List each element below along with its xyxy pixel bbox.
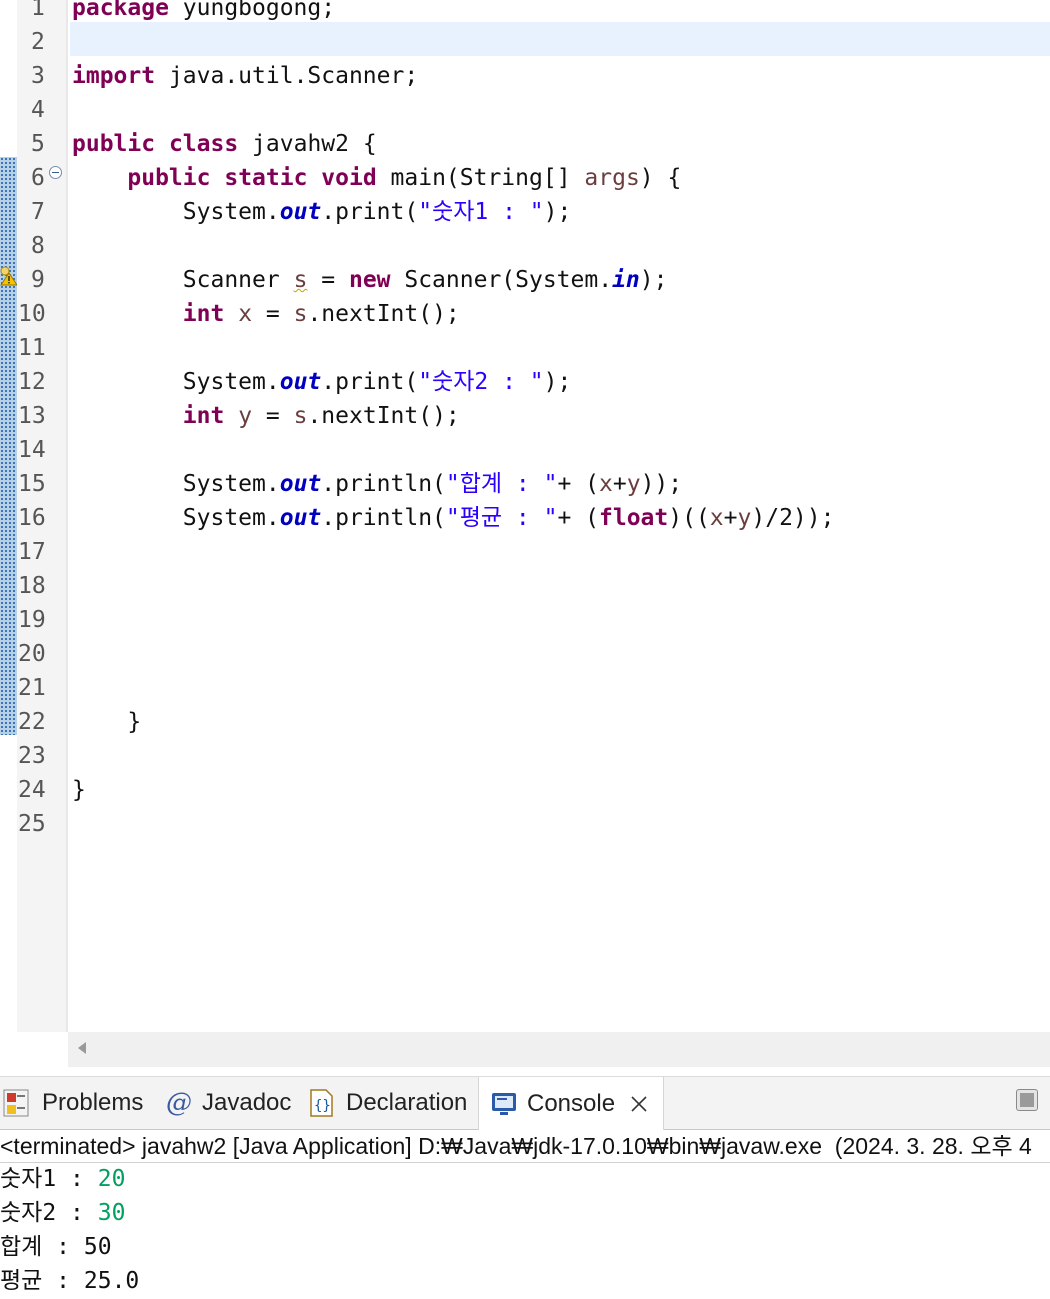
line-number: 12 xyxy=(18,369,46,395)
tab-declaration[interactable]: {} Declaration xyxy=(308,1077,467,1129)
line-number: 5 xyxy=(31,131,45,157)
scroll-left-arrow-icon[interactable] xyxy=(78,1042,86,1054)
javadoc-icon: @ xyxy=(166,1088,192,1118)
gutter-separator xyxy=(66,0,68,1032)
code-line-1[interactable]: package yungbogong; xyxy=(72,0,335,25)
current-line-highlight xyxy=(70,22,1050,56)
console-icon xyxy=(491,1091,517,1117)
tab-console[interactable]: Console xyxy=(478,1077,665,1130)
line-number: 1 xyxy=(31,0,45,21)
line-number: 6 xyxy=(31,165,45,191)
problems-icon xyxy=(2,1088,32,1118)
console-output-line[interactable]: 합계 : 50 xyxy=(0,1230,112,1264)
line-number: 8 xyxy=(31,233,45,259)
code-line-24[interactable]: } xyxy=(72,773,86,807)
code-line-13[interactable]: int y = s.nextInt(); xyxy=(72,399,460,433)
line-number: 24 xyxy=(18,777,46,803)
line-number: 9 xyxy=(31,267,45,293)
code-line-9[interactable]: Scanner s = new Scanner(System.in); xyxy=(72,263,668,297)
line-number: 14 xyxy=(18,437,46,463)
change-ruler xyxy=(0,157,18,735)
line-number: 21 xyxy=(18,675,46,701)
code-line-12[interactable]: System.out.print("숫자2 : "); xyxy=(72,365,572,399)
svg-text:{}: {} xyxy=(314,1098,331,1114)
console-output-line[interactable]: 숫자2 : 30 xyxy=(0,1196,125,1230)
line-number: 20 xyxy=(18,641,46,667)
horizontal-scrollbar[interactable] xyxy=(68,1032,1050,1067)
tab-javadoc[interactable]: @ Javadoc xyxy=(166,1077,291,1129)
code-line-22[interactable]: } xyxy=(72,705,141,739)
console-process-label: <terminated> javahw2 [Java Application] … xyxy=(0,1130,1050,1163)
console-output-line[interactable]: 평균 : 25.0 xyxy=(0,1264,139,1298)
line-number: 23 xyxy=(18,743,46,769)
view-tab-bar: Problems @ Javadoc {} Declaration Consol… xyxy=(0,1076,1050,1130)
line-number: 3 xyxy=(31,63,45,89)
declaration-icon: {} xyxy=(308,1088,336,1118)
minimize-view-button[interactable] xyxy=(1016,1089,1038,1111)
line-number: 17 xyxy=(18,539,46,565)
code-line-5[interactable]: public class javahw2 { xyxy=(72,127,377,161)
warning-icon[interactable] xyxy=(0,264,17,286)
tab-problems[interactable]: Problems xyxy=(2,1077,143,1129)
unclosed-resource-var: s xyxy=(293,267,308,293)
line-number: 10 xyxy=(18,301,46,327)
line-number-ruler: 1 2 3 4 5 6 7 8 9 10 11 12 13 14 15 16 1… xyxy=(17,0,66,1032)
collapse-icon[interactable] xyxy=(49,166,62,179)
line-number: 19 xyxy=(18,607,46,633)
console-output-line[interactable]: 숫자1 : 20 xyxy=(0,1162,125,1196)
code-editor[interactable]: 1 2 3 4 5 6 7 8 9 10 11 12 13 14 15 16 1… xyxy=(0,0,1050,1067)
line-number: 11 xyxy=(18,335,46,361)
close-icon[interactable] xyxy=(629,1094,649,1114)
code-line-16[interactable]: System.out.println("평균 : "+ (float)((x+y… xyxy=(72,501,835,535)
line-number: 15 xyxy=(18,471,46,497)
code-line-10[interactable]: int x = s.nextInt(); xyxy=(72,297,460,331)
line-number: 22 xyxy=(18,709,46,735)
line-number: 2 xyxy=(31,29,45,55)
line-number: 16 xyxy=(18,505,46,531)
code-line-6[interactable]: public static void main(String[] args) { xyxy=(72,161,681,195)
line-number: 13 xyxy=(18,403,46,429)
line-number: 18 xyxy=(18,573,46,599)
line-number: 4 xyxy=(31,97,45,123)
code-line-3[interactable]: import java.util.Scanner; xyxy=(72,59,418,93)
code-line-7[interactable]: System.out.print("숫자1 : "); xyxy=(72,195,572,229)
code-line-15[interactable]: System.out.println("합계 : "+ (x+y)); xyxy=(72,467,682,501)
line-number: 25 xyxy=(18,811,46,837)
line-number: 7 xyxy=(31,199,45,225)
